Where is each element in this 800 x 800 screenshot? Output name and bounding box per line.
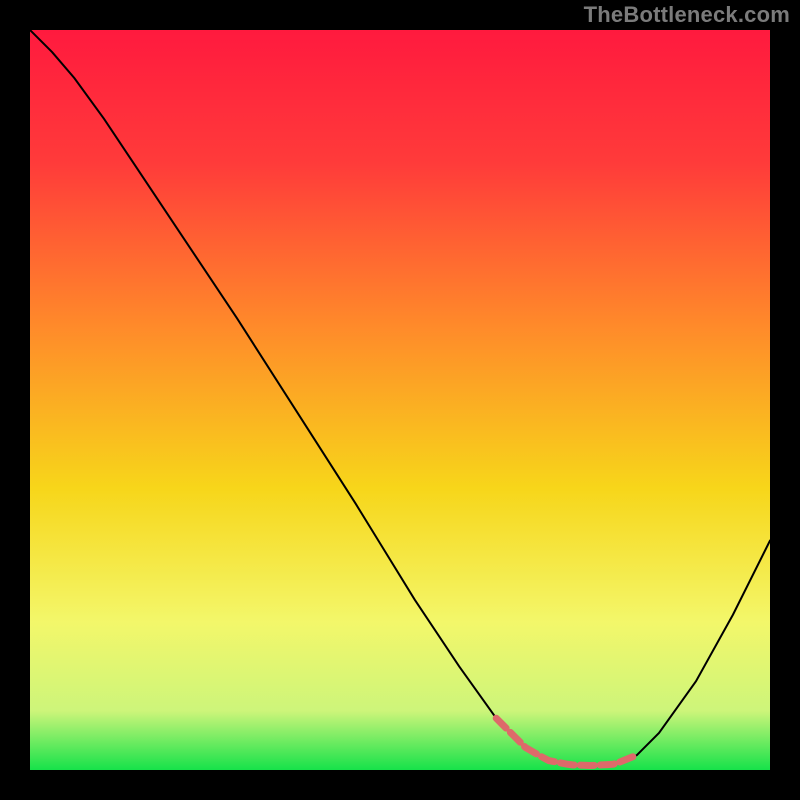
chart-frame: TheBottleneck.com (0, 0, 800, 800)
bottleneck-chart (30, 30, 770, 770)
watermark-label: TheBottleneck.com (584, 2, 790, 28)
chart-plot-area (30, 30, 770, 770)
